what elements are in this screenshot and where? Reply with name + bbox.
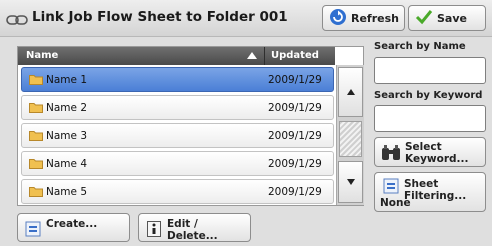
filter-sheet-icon [383,178,399,197]
folder-icon [29,186,43,200]
item-name: Name 3 [46,130,87,142]
search-by-keyword-label: Search by Keyword [374,90,483,101]
binoculars-icon [381,145,401,164]
create-sheet-icon [25,221,41,240]
list-item[interactable]: Name 5 2009/1/29 [21,179,334,204]
sort-ascending-icon [247,52,257,59]
list-item[interactable]: Name 1 2009/1/29 [21,67,334,92]
folder-icon [29,130,43,144]
save-label: Save [437,11,467,25]
scrollbar[interactable] [336,65,364,205]
scroll-up-button[interactable] [338,67,363,117]
arrow-down-icon [347,179,355,185]
list-item[interactable]: Name 4 2009/1/29 [21,151,334,176]
info-icon [147,221,161,240]
select-keyword-line2: Keyword... [405,153,469,165]
refresh-label: Refresh [351,11,399,25]
item-updated: 2009/1/29 [268,186,322,198]
folder-icon [29,158,43,172]
chain-link-icon [6,11,28,30]
column-header-name[interactable]: Name [18,47,265,65]
item-name: Name 5 [46,186,87,198]
title-bar: Link Job Flow Sheet to Folder 001 Refres… [0,0,492,37]
select-keyword-line1: Select [405,141,442,153]
item-updated: 2009/1/29 [268,102,322,114]
item-updated: 2009/1/29 [268,158,322,170]
list-item[interactable]: Name 3 2009/1/29 [21,123,334,148]
search-by-keyword-field[interactable] [374,105,486,132]
column-name-label: Name [26,50,59,61]
folder-icon [29,74,43,88]
list-item[interactable]: Name 2 2009/1/29 [21,95,334,120]
folder-list: Name Updated Name 1 2009/1/29 Name 2 200… [17,46,364,206]
item-updated: 2009/1/29 [268,74,322,86]
search-by-name-field[interactable] [374,57,486,84]
create-button[interactable]: Create... [17,213,130,242]
refresh-icon [329,8,347,29]
sheet-filtering-value: None [380,197,411,209]
edit-delete-label: Edit / Delete... [167,218,218,242]
select-keyword-button[interactable]: Select Keyword... [374,137,486,167]
sheet-filtering-button[interactable]: Sheet Filtering... None [374,172,486,212]
checkmark-icon [415,9,433,28]
item-updated: 2009/1/29 [268,130,322,142]
page-title: Link Job Flow Sheet to Folder 001 [32,9,288,25]
edit-delete-button[interactable]: Edit / Delete... [138,213,251,242]
item-name: Name 4 [46,158,87,170]
column-updated-label: Updated [271,50,319,61]
folder-icon [29,102,43,116]
save-button[interactable]: Save [408,5,486,31]
item-name: Name 1 [46,74,87,86]
search-by-name-label: Search by Name [374,41,466,52]
scroll-down-button[interactable] [338,161,363,203]
column-header-updated[interactable]: Updated [265,47,335,65]
refresh-button[interactable]: Refresh [322,5,405,31]
scroll-thumb[interactable] [339,121,362,157]
create-label: Create... [46,218,98,230]
arrow-up-icon [347,89,355,95]
item-name: Name 2 [46,102,87,114]
sheet-filtering-label: Sheet Filtering... [404,178,467,202]
